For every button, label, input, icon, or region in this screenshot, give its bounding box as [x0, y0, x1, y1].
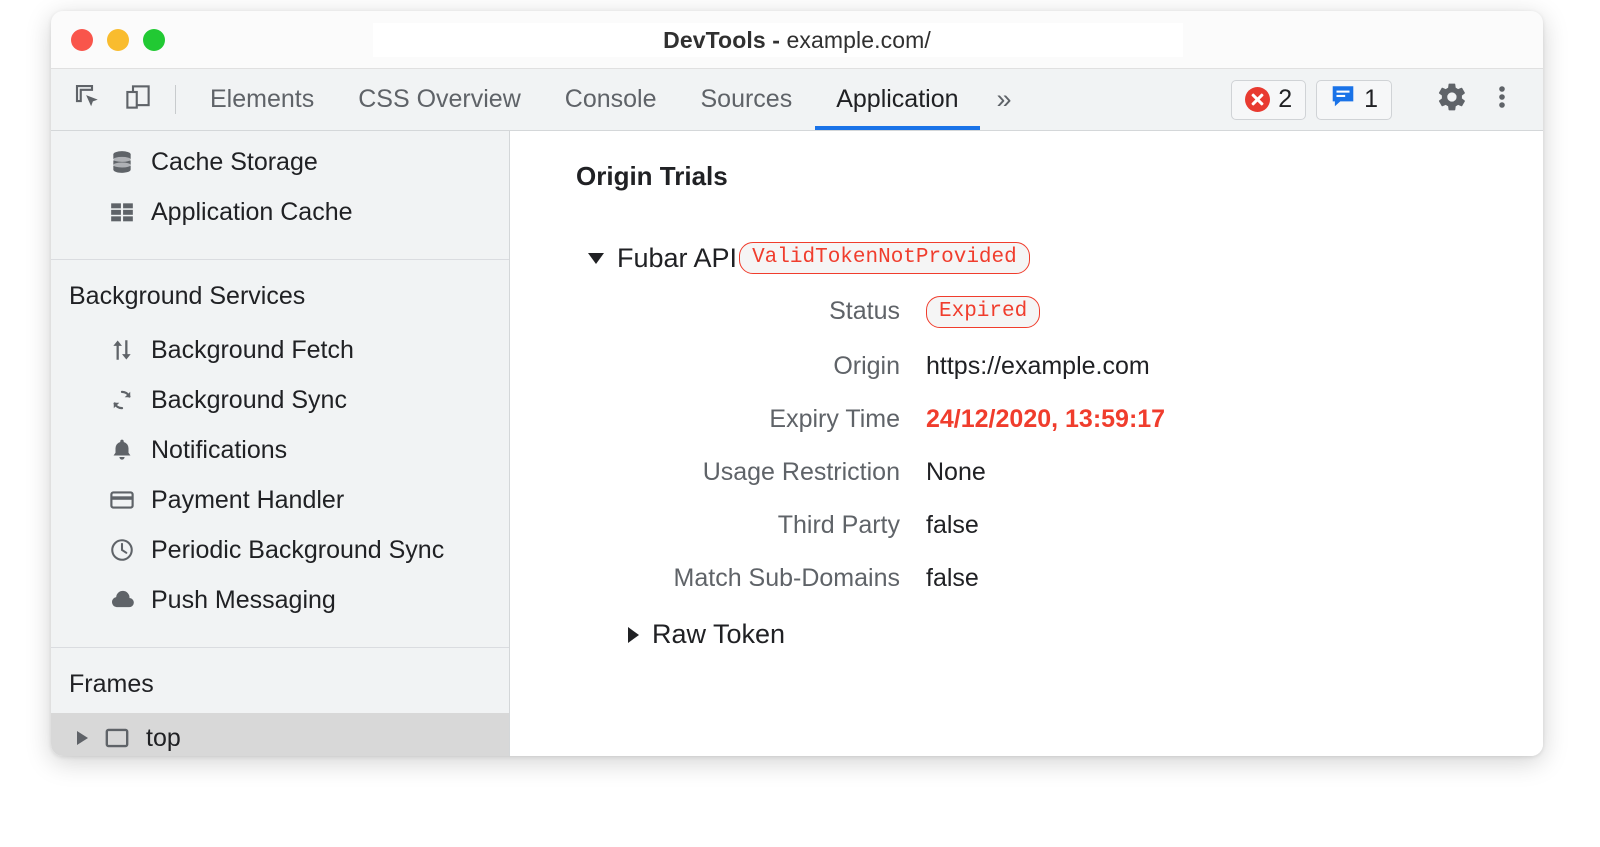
- sidebar-item-label: Push Messaging: [151, 586, 336, 615]
- detail-label: Usage Restriction: [576, 458, 926, 487]
- error-count-label: 2: [1278, 85, 1292, 114]
- main-menu-button[interactable]: [1477, 82, 1527, 117]
- table-grid-icon: [107, 199, 137, 225]
- triangle-right-icon[interactable]: [77, 731, 88, 745]
- triangle-right-icon[interactable]: [628, 627, 639, 643]
- devtools-window: DevTools - example.com/ Element: [51, 11, 1543, 756]
- trial-name: Fubar API: [617, 243, 737, 274]
- devtools-toolbar: Elements CSS Overview Console Sources Ap…: [51, 69, 1543, 131]
- toolbar-divider-left: [175, 85, 176, 114]
- detail-row-third-party: Third Party false: [576, 511, 1543, 540]
- sidebar-group-title-background-services: Background Services: [51, 260, 509, 325]
- database-icon: [107, 149, 137, 175]
- detail-row-origin: Origin https://example.com: [576, 352, 1543, 381]
- detail-value: 24/12/2020, 13:59:17: [926, 405, 1165, 434]
- message-count-label: 1: [1364, 85, 1378, 114]
- detail-label: Third Party: [576, 511, 926, 540]
- tab-sources[interactable]: Sources: [679, 69, 815, 130]
- tab-application[interactable]: Application: [814, 69, 980, 130]
- detail-label: Match Sub-Domains: [576, 564, 926, 593]
- detail-value: Expired: [926, 294, 1040, 328]
- sidebar-item-frame-top[interactable]: top: [51, 713, 509, 756]
- detail-label: Origin: [576, 352, 926, 381]
- storage-section: Cache Storage Application Cache: [51, 137, 509, 237]
- detail-value: https://example.com: [926, 352, 1150, 381]
- origin-trials-panel: Origin Trials Fubar API ValidTokenNotPro…: [510, 131, 1543, 756]
- application-sidebar[interactable]: Cache Storage Application Cache: [51, 131, 510, 756]
- frames-section: Frames top: [51, 648, 509, 756]
- tab-console[interactable]: Console: [543, 69, 679, 130]
- inspect-cursor-icon: [73, 82, 103, 117]
- sidebar-item-label: Background Fetch: [151, 336, 354, 365]
- raw-token-row[interactable]: Raw Token: [628, 619, 1543, 650]
- bell-icon: [107, 437, 137, 463]
- detail-row-usage-restriction: Usage Restriction None: [576, 458, 1543, 487]
- detail-row-match-sub-domains: Match Sub-Domains false: [576, 564, 1543, 593]
- window-title-prefix: DevTools -: [663, 27, 780, 53]
- sidebar-item-background-fetch[interactable]: Background Fetch: [51, 325, 509, 375]
- inspect-element-button[interactable]: [63, 69, 113, 130]
- settings-button[interactable]: [1427, 81, 1477, 118]
- clock-icon: [107, 537, 137, 563]
- more-vertical-icon: [1489, 82, 1515, 117]
- cloud-icon: [107, 587, 137, 613]
- device-toolbar-button[interactable]: [113, 69, 163, 130]
- sidebar-item-payment-handler[interactable]: Payment Handler: [51, 475, 509, 525]
- detail-label: Expiry Time: [576, 405, 926, 434]
- trial-status-badge: ValidTokenNotProvided: [739, 242, 1030, 274]
- error-circle-icon: [1245, 87, 1270, 112]
- sidebar-item-push-messaging[interactable]: Push Messaging: [51, 575, 509, 625]
- tab-elements[interactable]: Elements: [188, 69, 336, 130]
- triangle-down-icon[interactable]: [588, 253, 604, 264]
- sidebar-group-title-frames: Frames: [51, 648, 509, 713]
- sidebar-item-label: top: [146, 724, 181, 753]
- sidebar-item-application-cache[interactable]: Application Cache: [51, 187, 509, 237]
- sidebar-item-cache-storage[interactable]: Cache Storage: [51, 137, 509, 187]
- gear-icon: [1436, 81, 1468, 118]
- trial-header[interactable]: Fubar API ValidTokenNotProvided: [588, 242, 1543, 274]
- window-title-host: example.com/: [787, 27, 931, 53]
- sidebar-item-label: Application Cache: [151, 198, 353, 227]
- toolbar-right-group: 2 1: [1231, 69, 1543, 130]
- detail-value: false: [926, 564, 979, 593]
- message-count-badge[interactable]: 1: [1316, 80, 1392, 120]
- error-count-badge[interactable]: 2: [1231, 80, 1306, 120]
- status-badge: Expired: [926, 296, 1040, 328]
- devtools-body: Cache Storage Application Cache: [51, 131, 1543, 756]
- page-title: Origin Trials: [576, 161, 1543, 192]
- panel-tabs: Elements CSS Overview Console Sources Ap…: [188, 69, 1028, 130]
- detail-row-status: Status Expired: [576, 294, 1543, 328]
- detail-label: Status: [576, 297, 926, 326]
- arrows-up-down-icon: [107, 337, 137, 363]
- raw-token-label: Raw Token: [652, 619, 785, 650]
- sidebar-item-background-sync[interactable]: Background Sync: [51, 375, 509, 425]
- device-toolbar-icon: [123, 82, 153, 117]
- more-tabs-button[interactable]: »: [981, 69, 1028, 130]
- sidebar-item-label: Payment Handler: [151, 486, 344, 515]
- credit-card-icon: [107, 487, 137, 513]
- trial-detail-rows: Status Expired Origin https://example.co…: [576, 294, 1543, 593]
- sidebar-item-notifications[interactable]: Notifications: [51, 425, 509, 475]
- window-title: DevTools - example.com/: [51, 11, 1543, 69]
- window-title-bar: DevTools - example.com/: [51, 11, 1543, 69]
- tab-css-overview[interactable]: CSS Overview: [336, 69, 543, 130]
- frame-icon: [102, 725, 132, 751]
- sync-icon: [107, 387, 137, 413]
- sidebar-item-label: Notifications: [151, 436, 287, 465]
- message-bubble-icon: [1330, 83, 1356, 116]
- sidebar-item-label: Periodic Background Sync: [151, 536, 444, 565]
- background-services-section: Background Services Background Fetch: [51, 260, 509, 625]
- detail-row-expiry-time: Expiry Time 24/12/2020, 13:59:17: [576, 405, 1543, 434]
- sidebar-item-label: Background Sync: [151, 386, 347, 415]
- sidebar-item-periodic-background-sync[interactable]: Periodic Background Sync: [51, 525, 509, 575]
- detail-value: false: [926, 511, 979, 540]
- sidebar-item-label: Cache Storage: [151, 148, 318, 177]
- detail-value: None: [926, 458, 986, 487]
